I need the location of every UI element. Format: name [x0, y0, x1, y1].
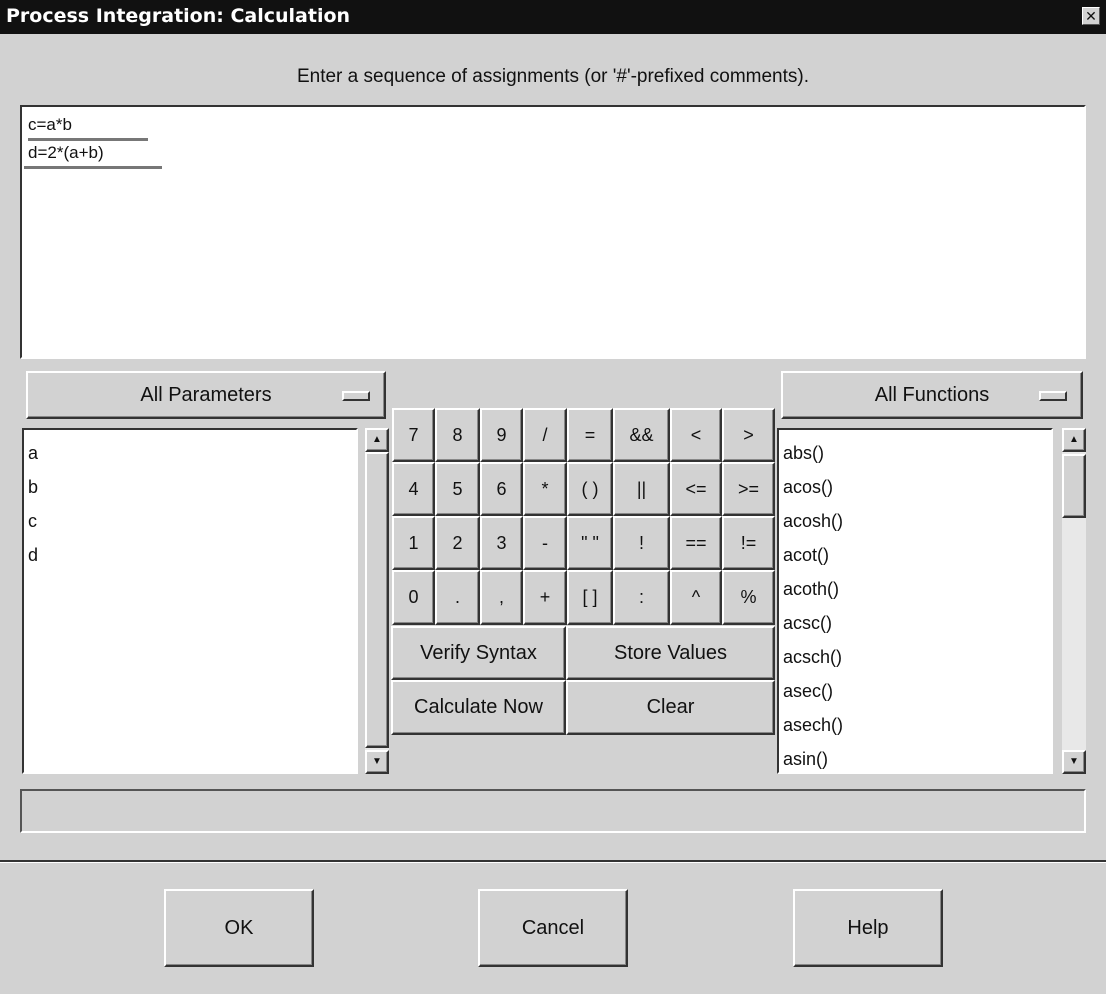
keypad-key[interactable]: , — [480, 570, 523, 625]
keypad-key[interactable]: && — [613, 408, 670, 462]
keypad-key[interactable]: 2 — [435, 516, 480, 570]
instruction-label: Enter a sequence of assignments (or '#'-… — [296, 66, 810, 87]
function-item[interactable]: acosh() — [783, 504, 1047, 538]
keypad-key[interactable]: " " — [567, 516, 613, 570]
assignment-editor[interactable]: c=a*b d=2*(a+b) — [20, 105, 1086, 359]
help-button[interactable]: Help — [793, 889, 943, 967]
status-bar — [20, 789, 1086, 833]
keypad-key[interactable]: * — [523, 462, 567, 516]
keypad-key[interactable]: 7 — [392, 408, 435, 462]
function-item[interactable]: abs() — [783, 436, 1047, 470]
dropdown-indicator-icon — [1039, 391, 1067, 401]
scroll-down-icon[interactable]: ▼ — [1062, 750, 1086, 774]
keypad-key[interactable]: 0 — [392, 570, 435, 625]
dropdown-indicator-icon — [342, 391, 370, 401]
keypad-key[interactable]: = — [567, 408, 613, 462]
keypad-key[interactable]: 6 — [480, 462, 523, 516]
keypad-key[interactable]: 1 — [392, 516, 435, 570]
cancel-button[interactable]: Cancel — [478, 889, 628, 967]
keypad-key[interactable]: / — [523, 408, 567, 462]
keypad-key[interactable]: != — [722, 516, 775, 570]
close-button[interactable]: ✕ — [1082, 7, 1100, 25]
functions-dropdown[interactable]: All Functions — [781, 371, 1083, 419]
functions-dropdown-label: All Functions — [874, 384, 990, 406]
parameter-item[interactable]: d — [28, 538, 352, 572]
keypad-key[interactable]: [ ] — [567, 570, 613, 625]
divider — [0, 860, 1106, 863]
keypad-key[interactable]: 3 — [480, 516, 523, 570]
calculate-now-button[interactable]: Calculate Now — [391, 680, 566, 735]
editor-line: d=2*(a+b) — [24, 143, 162, 169]
keypad-key[interactable]: ! — [613, 516, 670, 570]
keypad-key[interactable]: 8 — [435, 408, 480, 462]
keypad-key[interactable]: % — [722, 570, 775, 625]
functions-list[interactable]: abs() acos() acosh() acot() acoth() acsc() acs… — [777, 428, 1053, 774]
function-item[interactable]: acos() — [783, 470, 1047, 504]
keypad-key[interactable]: || — [613, 462, 670, 516]
parameters-dropdown[interactable]: All Parameters — [26, 371, 386, 419]
parameter-item[interactable]: c — [28, 504, 352, 538]
keypad-key[interactable]: + — [523, 570, 567, 625]
scroll-thumb[interactable] — [1062, 454, 1086, 518]
keypad-key[interactable]: ( ) — [567, 462, 613, 516]
keypad-key[interactable]: < — [670, 408, 722, 462]
keypad-key[interactable]: == — [670, 516, 722, 570]
functions-scrollbar[interactable]: ▲ ▼ — [1062, 428, 1086, 774]
keypad-key[interactable]: <= — [670, 462, 722, 516]
keypad-key[interactable]: 5 — [435, 462, 480, 516]
editor-line: c=a*b — [28, 115, 148, 141]
scroll-up-icon[interactable]: ▲ — [365, 428, 389, 452]
ok-button[interactable]: OK — [164, 889, 314, 967]
keypad-key[interactable]: > — [722, 408, 775, 462]
keypad-key[interactable]: ^ — [670, 570, 722, 625]
keypad-key[interactable]: 4 — [392, 462, 435, 516]
function-item[interactable]: acot() — [783, 538, 1047, 572]
window-title: Process Integration: Calculation — [6, 5, 351, 27]
function-item[interactable]: asech() — [783, 708, 1047, 742]
parameters-dropdown-label: All Parameters — [140, 384, 272, 406]
keypad-key[interactable]: : — [613, 570, 670, 625]
parameters-scrollbar[interactable]: ▲ ▼ — [365, 428, 389, 774]
clear-button[interactable]: Clear — [566, 680, 775, 735]
parameters-list[interactable]: abcd — [22, 428, 358, 774]
scroll-thumb[interactable] — [365, 452, 389, 748]
keypad-key[interactable]: - — [523, 516, 567, 570]
verify-syntax-button[interactable]: Verify Syntax — [391, 626, 566, 680]
keypad-key[interactable]: >= — [722, 462, 775, 516]
function-item[interactable]: acoth() — [783, 572, 1047, 606]
parameter-item[interactable]: b — [28, 470, 352, 504]
function-item[interactable]: asec() — [783, 674, 1047, 708]
function-item[interactable]: acsch() — [783, 640, 1047, 674]
keypad-key[interactable]: 9 — [480, 408, 523, 462]
store-values-button[interactable]: Store Values — [566, 626, 775, 680]
scroll-down-icon[interactable]: ▼ — [365, 750, 389, 774]
parameter-item[interactable]: a — [28, 436, 352, 470]
function-item[interactable]: acsc() — [783, 606, 1047, 640]
keypad-key[interactable]: . — [435, 570, 480, 625]
title-bar: Process Integration: Calculation — [0, 0, 1106, 34]
scroll-up-icon[interactable]: ▲ — [1062, 428, 1086, 452]
function-item[interactable]: asin() — [783, 742, 1047, 776]
close-icon: ✕ — [1085, 8, 1097, 24]
